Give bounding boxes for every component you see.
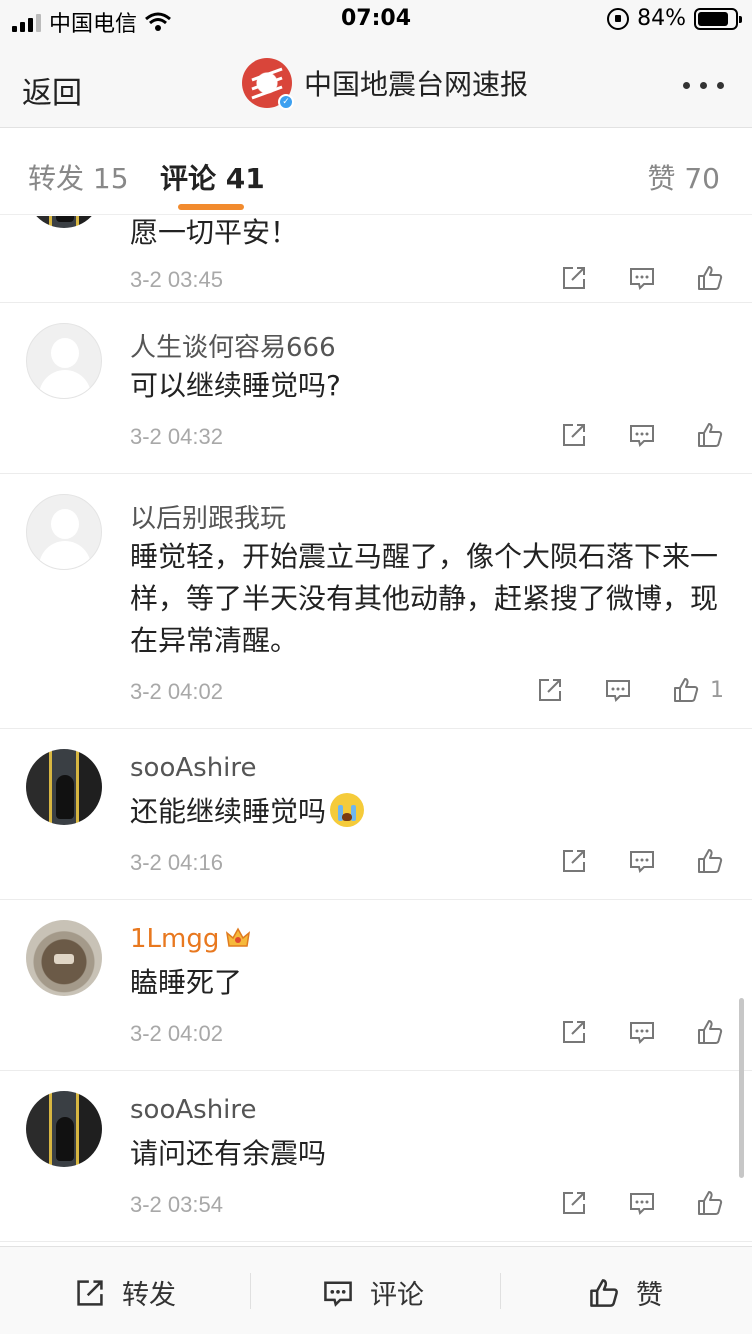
comment-time: 3-2 04:16 [130, 850, 223, 875]
tab-likes[interactable]: 赞 70 [647, 157, 720, 197]
crown-icon [226, 927, 251, 947]
reply-icon[interactable] [628, 847, 656, 875]
comment-username[interactable]: 以后别跟我玩 [130, 498, 286, 535]
comment-button[interactable]: 评论 [322, 1273, 424, 1312]
like-icon[interactable] [696, 1189, 724, 1217]
divider [250, 1273, 251, 1309]
like-icon[interactable] [672, 676, 700, 704]
comment-actions [560, 421, 724, 449]
comment-label: 评论 [370, 1280, 424, 1311]
tab-bar: 转发 15 评论 41 赞 70 [0, 129, 752, 215]
avatar[interactable] [26, 1091, 102, 1167]
comment-actions [560, 847, 724, 875]
active-tab-indicator [178, 204, 244, 210]
comment-username[interactable]: 人生谈何容易666 [130, 327, 336, 364]
comment-actions [560, 264, 724, 292]
comment-username-text: 1Lmgg [130, 924, 220, 954]
avatar[interactable] [26, 323, 102, 399]
crying-emoji-icon [330, 793, 365, 827]
comment-item: 以后别跟我玩 睡觉轻，开始震立马醒了，像个大陨石落下来一样，等了半天没有其他动静… [0, 474, 752, 729]
repost-label: 转发 [122, 1280, 176, 1311]
like-button[interactable]: 赞 [588, 1273, 663, 1312]
repost-button[interactable]: 转发 [74, 1273, 176, 1312]
comment-text: 愿一切平安！ [130, 216, 299, 249]
bottom-action-bar: 转发 评论 赞 [0, 1246, 752, 1334]
like-label: 赞 [636, 1280, 663, 1311]
comment-text: 瞌睡死了 [130, 966, 243, 999]
share-icon[interactable] [560, 1018, 588, 1046]
like-count: 1 [710, 677, 724, 703]
like-icon[interactable] [696, 421, 724, 449]
verified-badge-icon: ✓ [278, 94, 294, 110]
comment-actions [560, 1189, 724, 1217]
comment-item: 人生谈何容易666 可以继续睡觉吗? 3-2 04:32 [0, 303, 752, 474]
share-icon[interactable] [560, 847, 588, 875]
comment-username[interactable]: sooAshire [130, 1095, 257, 1125]
reply-icon[interactable] [604, 676, 632, 704]
reply-icon[interactable] [628, 1189, 656, 1217]
comment-time: 3-2 03:45 [130, 267, 223, 292]
reply-icon[interactable] [628, 421, 656, 449]
comment-item: 1Lmgg 瞌睡死了 3-2 04:02 [0, 900, 752, 1071]
share-icon [77, 1279, 103, 1306]
comment-item: sooAshire 还能继续睡觉吗 3-2 04:16 [0, 729, 752, 900]
comment-icon [324, 1280, 352, 1307]
comment-time: 3-2 04:02 [130, 1021, 223, 1046]
comment-username[interactable]: sooAshire [130, 753, 257, 783]
status-bar: 中国电信 07:04 84% [0, 0, 752, 40]
reply-icon[interactable] [628, 264, 656, 292]
battery-percent: 84% [637, 6, 686, 31]
comment-text: 还能继续睡觉吗 [130, 791, 720, 833]
avatar[interactable] [26, 749, 102, 825]
comment-time: 3-2 04:02 [130, 679, 223, 704]
comment-list[interactable]: 愿一切平安！ 3-2 03:45 人生谈何容易666 可以继续睡觉吗? 3-2 … [0, 216, 752, 1244]
comment-actions: 1 [536, 676, 724, 704]
like-icon[interactable] [696, 847, 724, 875]
back-button[interactable]: 返回 [22, 68, 82, 112]
tab-repost[interactable]: 转发 15 [28, 157, 129, 197]
avatar[interactable] [26, 216, 102, 228]
battery-icon [694, 7, 742, 30]
nav-bar: 返回 ✓ 中国地震台网速报 [0, 40, 752, 128]
like-icon[interactable] [696, 1018, 724, 1046]
account-header[interactable]: ✓ 中国地震台网速报 [242, 58, 529, 110]
more-options-icon[interactable] [683, 82, 724, 89]
share-icon[interactable] [560, 421, 588, 449]
account-logo: ✓ [242, 58, 294, 110]
comment-time: 3-2 04:32 [130, 424, 223, 449]
comment-actions [560, 1018, 724, 1046]
comment-text: 睡觉轻，开始震立马醒了，像个大陨石落下来一样，等了半天没有其他动静，赶紧搜了微博… [130, 540, 719, 657]
avatar[interactable] [26, 920, 102, 996]
tab-comments[interactable]: 评论 41 [160, 157, 265, 197]
share-icon[interactable] [560, 1189, 588, 1217]
comment-item: 愿一切平安！ 3-2 03:45 [0, 216, 752, 303]
rotation-lock-icon [607, 7, 630, 30]
like-icon[interactable] [696, 264, 724, 292]
comment-time: 3-2 03:54 [130, 1192, 223, 1217]
share-icon[interactable] [560, 264, 588, 292]
comment-text-content: 还能继续睡觉吗 [130, 795, 327, 828]
comment-text: 请问还有余震吗 [130, 1137, 327, 1170]
scrollbar[interactable] [739, 998, 744, 1178]
divider [500, 1273, 501, 1309]
comment-text: 可以继续睡觉吗? [130, 369, 341, 402]
share-icon[interactable] [536, 676, 564, 704]
comment-item: sooAshire 请问还有余震吗 3-2 03:54 [0, 1071, 752, 1242]
reply-icon[interactable] [628, 1018, 656, 1046]
avatar[interactable] [26, 494, 102, 570]
comment-username[interactable]: 1Lmgg [130, 924, 251, 954]
nav-title: 中国地震台网速报 [304, 68, 529, 101]
like-icon [590, 1278, 618, 1307]
